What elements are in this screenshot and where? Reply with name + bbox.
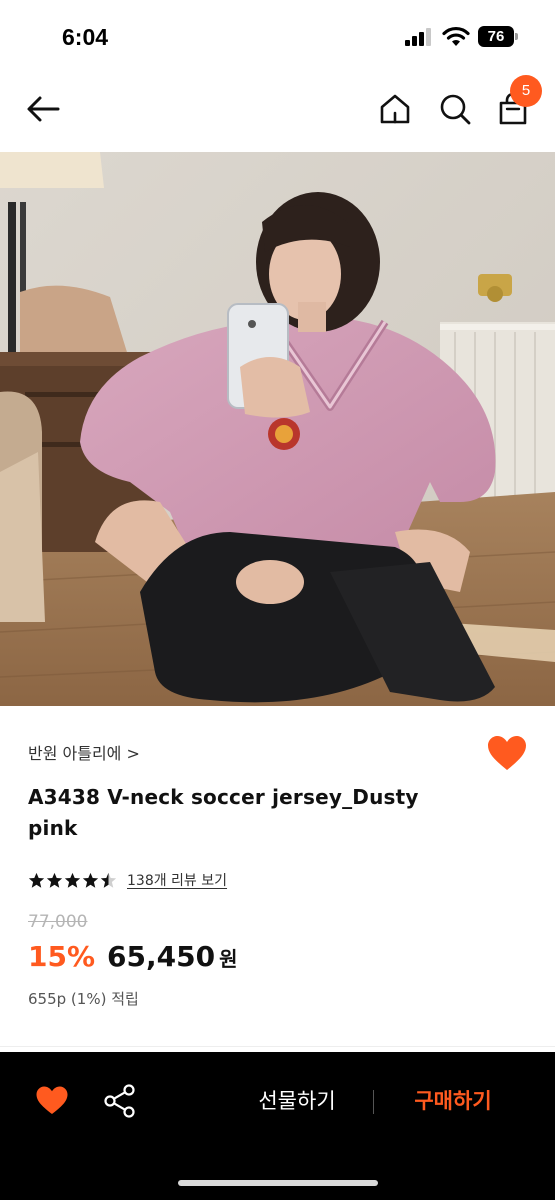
search-icon[interactable]: [438, 92, 472, 126]
home-indicator[interactable]: [178, 1180, 378, 1186]
brand-link[interactable]: 반원 아틀리에 >: [28, 740, 140, 764]
review-link[interactable]: 138개 리뷰 보기: [127, 870, 227, 890]
battery-icon: 76: [478, 26, 518, 47]
button-divider: [373, 1090, 374, 1114]
battery-level: 76: [487, 28, 505, 45]
status-bar: 6:04 76: [0, 0, 555, 75]
star-icon: [64, 872, 81, 888]
heart-icon[interactable]: [35, 1085, 69, 1115]
wifi-icon: [442, 26, 470, 46]
star-icon: [82, 872, 99, 888]
divider: [0, 1046, 555, 1047]
heart-icon[interactable]: [486, 734, 528, 772]
home-icon[interactable]: [378, 92, 412, 126]
price-row: 15% 65,450 원: [28, 940, 238, 973]
top-nav-bar: 5: [0, 75, 555, 152]
bottom-action-bar: 선물하기 구매하기: [0, 1052, 555, 1200]
rating-row: 138개 리뷰 보기: [28, 868, 227, 892]
status-time: 6:04: [62, 24, 109, 50]
product-title: A3438 V-neck soccer jersey_Dusty pink: [28, 785, 419, 840]
signal-icon: [405, 28, 431, 46]
star-icon: [46, 872, 63, 888]
sale-price: 65,450: [107, 940, 216, 973]
currency-unit: 원: [219, 947, 238, 971]
back-arrow-icon[interactable]: [24, 93, 64, 125]
buy-button[interactable]: 구매하기: [394, 1074, 512, 1128]
original-price: 77,000: [28, 912, 88, 932]
reward-points: 655p (1%) 적립: [28, 990, 139, 1008]
discount-rate: 15%: [28, 940, 96, 973]
half-star-icon: [100, 872, 117, 888]
gift-button[interactable]: 선물하기: [238, 1074, 356, 1128]
star-icon: [28, 872, 45, 888]
product-photo[interactable]: [0, 152, 555, 706]
star-rating: [28, 872, 117, 889]
cart-count-badge: 5: [510, 75, 542, 107]
share-icon[interactable]: [104, 1084, 136, 1118]
product-photo-illustration: [0, 152, 555, 706]
